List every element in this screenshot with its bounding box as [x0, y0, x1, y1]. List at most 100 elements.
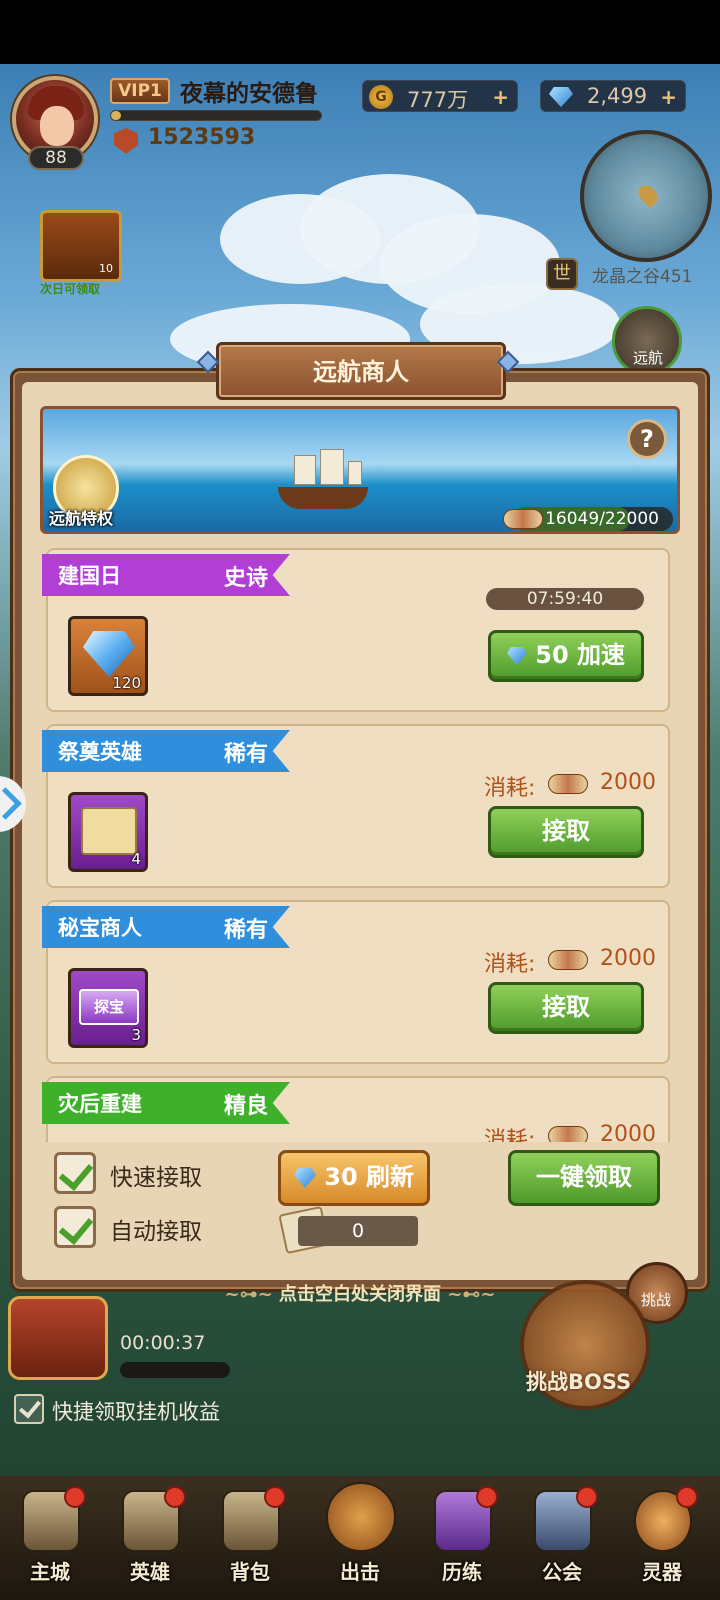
ornament-left-icon: ~⊶~: [224, 1284, 279, 1305]
nav-label: 出击: [340, 1560, 380, 1584]
scroll-icon: [548, 774, 588, 794]
notification-dot: [576, 1486, 598, 1508]
notification-dot: [264, 1486, 286, 1508]
challenge-label: 挑战: [641, 1291, 672, 1309]
xp-bar: [110, 110, 322, 121]
task-card: 祭奠英雄 稀有 4 消耗: 2000 接取: [42, 724, 670, 888]
task-name: 秘宝商人: [58, 916, 142, 940]
nav-artifact[interactable]: 灵器: [614, 1482, 710, 1592]
vip-badge[interactable]: VIP1: [110, 78, 170, 104]
daily-reward-icon[interactable]: 10: [40, 210, 122, 282]
gold-counter: G 777万 +: [362, 80, 518, 112]
quick-accept-checkbox[interactable]: [54, 1152, 96, 1194]
nav-guild[interactable]: 公会: [514, 1482, 610, 1592]
task-card: 秘宝商人 稀有 探宝 3 消耗: 2000 接取: [42, 900, 670, 1064]
free-refresh-count: 0: [298, 1216, 418, 1246]
task-rarity: 稀有: [224, 918, 269, 943]
player-level: 88: [28, 146, 84, 170]
speed-up-label: 50 加速: [535, 641, 626, 669]
reward-count: 3: [131, 1026, 141, 1044]
nav-main-city[interactable]: 主城: [2, 1482, 98, 1592]
voyage-button[interactable]: 远航: [612, 306, 682, 376]
scroll-icon: [548, 950, 588, 970]
task-ribbon: 建国日 史诗: [42, 554, 290, 596]
reward-item[interactable]: 120: [68, 616, 148, 696]
auto-accept-label: 自动接取: [110, 1219, 202, 1245]
gold-coin-icon: G: [369, 85, 393, 109]
diamond-icon: [549, 87, 573, 107]
idle-progress-bar: [120, 1362, 230, 1378]
accept-button[interactable]: 接取: [488, 806, 644, 858]
task-rarity: 精良: [224, 1094, 269, 1119]
region-name: 龙晶之谷451: [592, 267, 693, 287]
ornament-right-icon: ~⊷~: [447, 1284, 496, 1305]
diamond-counter: 2,499 +: [540, 80, 686, 112]
task-ribbon: 祭奠英雄 稀有: [42, 730, 290, 772]
speed-up-button[interactable]: 50 加速: [488, 630, 644, 682]
cost-label: 消耗:: [484, 952, 536, 977]
voyage-banner: 远航特权 ? 16049/22000: [40, 406, 680, 534]
nav-label: 主城: [30, 1560, 70, 1584]
nav-battle[interactable]: 出击: [312, 1482, 408, 1592]
nav-backpack[interactable]: 背包: [202, 1482, 298, 1592]
task-name: 建国日: [58, 564, 121, 588]
map-pin-icon: [634, 181, 662, 209]
diamond-value: 2,499: [587, 84, 648, 108]
voyage-progress-text: 16049/22000: [545, 509, 659, 529]
player-name: 夜幕的安德鲁: [180, 81, 318, 107]
task-ribbon: 秘宝商人 稀有: [42, 906, 290, 948]
task-rarity: 稀有: [224, 742, 269, 767]
daily-reward-count: 10: [99, 262, 113, 275]
task-list[interactable]: 建国日 史诗 120 07:59:40 50 加速 祭奠英雄 稀有 4 消耗: …: [40, 548, 680, 1142]
nav-label: 英雄: [130, 1560, 170, 1584]
auto-accept-checkbox[interactable]: [54, 1206, 96, 1248]
diamond-icon: [83, 631, 135, 677]
accept-button[interactable]: 接取: [488, 982, 644, 1034]
battle-icon: [326, 1482, 396, 1552]
voyage-button-label: 远航: [633, 349, 664, 367]
nav-label: 灵器: [642, 1560, 682, 1584]
nav-label: 历练: [442, 1560, 482, 1584]
task-card: 灾后重建 精良 消耗: 2000: [42, 1076, 670, 1142]
voyage-progress-bar: 16049/22000: [503, 507, 673, 531]
cost-label: 消耗:: [484, 1128, 536, 1142]
status-bar: [0, 0, 720, 64]
scroll-icon: [548, 1126, 588, 1142]
add-gold-button[interactable]: +: [492, 85, 509, 109]
boss-challenge-label: 挑战BOSS: [526, 1370, 632, 1394]
reward-count: 4: [131, 850, 141, 868]
idle-chest-icon[interactable]: [8, 1296, 108, 1380]
task-ribbon: 灾后重建 精良: [42, 1082, 290, 1124]
task-name: 祭奠英雄: [58, 740, 142, 764]
refresh-button[interactable]: 30 刷新: [278, 1150, 430, 1206]
voyage-privilege-label[interactable]: 远航特权: [49, 505, 113, 529]
add-diamond-button[interactable]: +: [660, 85, 677, 109]
reward-item[interactable]: 4: [68, 792, 148, 872]
task-card: 建国日 史诗 120 07:59:40 50 加速: [42, 548, 670, 712]
cost-label: 消耗:: [484, 776, 536, 801]
close-hint-text: 点击空白处关闭界面: [278, 1284, 441, 1305]
ship-icon: [278, 449, 368, 509]
claim-all-button[interactable]: 一键领取: [508, 1150, 660, 1206]
gold-value: 777万: [407, 88, 469, 112]
cost-value: 2000: [600, 946, 656, 971]
nav-training[interactable]: 历练: [414, 1482, 510, 1592]
idle-timer: 00:00:37: [120, 1332, 206, 1354]
notification-dot: [164, 1486, 186, 1508]
reward-item[interactable]: 探宝 3: [68, 968, 148, 1048]
minimap[interactable]: [580, 130, 712, 262]
reward-count: 120: [112, 674, 141, 692]
quick-claim-checkbox[interactable]: [14, 1394, 44, 1424]
help-button[interactable]: ?: [627, 419, 667, 459]
treasure-ticket-icon: 探宝: [79, 989, 139, 1025]
nav-heroes[interactable]: 英雄: [102, 1482, 198, 1592]
refresh-label: 30 刷新: [324, 1163, 415, 1191]
combat-power: 1523593: [148, 125, 256, 150]
diamond-icon: [506, 647, 527, 665]
quick-accept-label: 快速接取: [110, 1165, 202, 1191]
notification-dot: [676, 1486, 698, 1508]
diamond-icon: [293, 1168, 316, 1188]
cost-value: 2000: [600, 770, 656, 795]
task-name: 灾后重建: [58, 1092, 142, 1116]
daily-reward-label: 次日可领取: [40, 282, 101, 296]
